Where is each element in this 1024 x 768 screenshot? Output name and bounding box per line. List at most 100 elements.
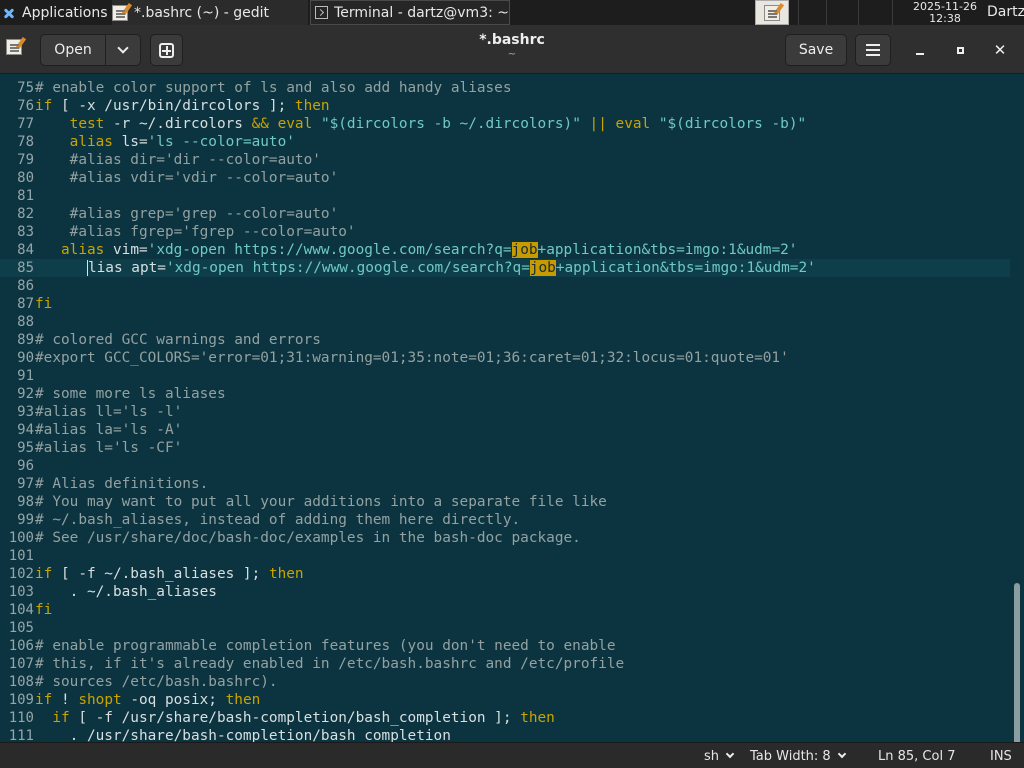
- line-text: if [ -x /usr/bin/dircolors ]; then: [35, 98, 330, 114]
- code-line[interactable]: 109 if ! shopt -oq posix; then: [0, 691, 1010, 709]
- code-line[interactable]: 103 . ~/.bash_aliases: [0, 583, 1010, 601]
- code-line[interactable]: 98 # You may want to put all your additio…: [0, 493, 1010, 511]
- line-text: # Alias definitions.: [35, 476, 209, 492]
- line-text: #alias vdir='vdir --color=auto': [69, 170, 339, 186]
- code-line[interactable]: 81: [0, 187, 1010, 205]
- code-line[interactable]: 82 #alias grep='grep --color=auto': [0, 205, 1010, 223]
- line-text: #export GCC_COLORS='error=01;31:warning=…: [35, 350, 789, 366]
- code-line[interactable]: 102 if [ -f ~/.bash_aliases ]; then: [0, 565, 1010, 583]
- taskbar-item-terminal[interactable]: Terminal - dartz@vm3: ~: [310, 0, 510, 25]
- code-line[interactable]: 100 # See /usr/share/doc/bash-doc/example…: [0, 529, 1010, 547]
- clock[interactable]: 2025-11-26 12:38: [904, 0, 986, 25]
- line-number: 108: [8, 674, 34, 690]
- line-text: lias apt='xdg-open https://www.google.co…: [86, 260, 816, 276]
- maximize-window-button[interactable]: [948, 38, 972, 62]
- code-line[interactable]: 83 #alias fgrep='fgrep --color=auto': [0, 223, 1010, 241]
- text-cursor: [86, 260, 88, 276]
- cursor-position[interactable]: Ln 85, Col 7: [878, 743, 955, 768]
- line-number: 102: [8, 566, 34, 582]
- tab-width-selector[interactable]: Tab Width: 8: [750, 743, 846, 768]
- line-text: test -r ~/.dircolors && eval "$(dircolor…: [69, 116, 807, 132]
- line-number: 79: [17, 152, 34, 168]
- close-window-button[interactable]: ✕: [988, 38, 1012, 62]
- code-line[interactable]: 93 #alias ll='ls -l': [0, 403, 1010, 421]
- language-label: sh: [704, 748, 720, 764]
- text-editor-area[interactable]: 75 # enable color support of ls and also …: [0, 75, 1024, 742]
- line-text: #alias l='ls -CF': [35, 440, 183, 456]
- code-line[interactable]: 84 alias vim='xdg-open https://www.googl…: [0, 241, 1010, 259]
- code-line[interactable]: 85 lias apt='xdg-open https://www.google…: [0, 259, 1010, 277]
- line-text: fi: [35, 602, 53, 618]
- code-line[interactable]: 94 #alias la='ls -A': [0, 421, 1010, 439]
- code-line[interactable]: 108 # sources /etc/bash.bashrc).: [0, 673, 1010, 691]
- main-menu-button[interactable]: [855, 34, 891, 66]
- applications-menu-button[interactable]: Applications: [2, 0, 110, 25]
- user-menu[interactable]: Dartz: [987, 0, 1024, 25]
- save-button[interactable]: Save: [785, 34, 847, 66]
- tray-text-editor-button[interactable]: [755, 0, 789, 25]
- line-number: 78: [17, 134, 34, 150]
- line-number: 109: [8, 692, 34, 708]
- code-line[interactable]: 75 # enable color support of ls and also …: [0, 79, 1010, 97]
- code-line[interactable]: 99 # ~/.bash_aliases, instead of adding t…: [0, 511, 1010, 529]
- code-line[interactable]: 106 # enable programmable completion feat…: [0, 637, 1010, 655]
- line-number: 91: [17, 368, 34, 384]
- vertical-scrollbar[interactable]: [1014, 583, 1020, 742]
- open-recent-dropdown-button[interactable]: [105, 34, 141, 66]
- code-line[interactable]: 107 # this, if it's already enabled in /e…: [0, 655, 1010, 673]
- code-line[interactable]: 101: [0, 547, 1010, 565]
- line-number: 103: [8, 584, 34, 600]
- code-line[interactable]: 111 . /usr/share/bash-completion/bash_co…: [0, 727, 1010, 742]
- code-line[interactable]: 97 # Alias definitions.: [0, 475, 1010, 493]
- new-tab-icon: [159, 42, 174, 58]
- taskbar-item-gedit-label: *.bashrc (~) - gedit: [134, 4, 270, 21]
- line-text: # See /usr/share/doc/bash-doc/examples i…: [35, 530, 581, 546]
- line-number: 105: [8, 620, 34, 636]
- line-text: # ~/.bash_aliases, instead of adding the…: [35, 512, 521, 528]
- code-line[interactable]: 91: [0, 367, 1010, 385]
- line-text: alias vim='xdg-open https://www.google.c…: [61, 242, 798, 258]
- code-line[interactable]: 90 #export GCC_COLORS='error=01;31:warnin…: [0, 349, 1010, 367]
- line-number: 85: [17, 260, 34, 276]
- hamburger-menu-icon: [866, 49, 880, 51]
- line-number: 83: [17, 224, 34, 240]
- code-line[interactable]: 86: [0, 277, 1010, 295]
- chevron-down-icon: [725, 749, 735, 759]
- code-line[interactable]: 89 # colored GCC warnings and errors: [0, 331, 1010, 349]
- code-line[interactable]: 78 alias ls='ls --color=auto': [0, 133, 1010, 151]
- open-button[interactable]: Open: [40, 34, 106, 66]
- maximize-icon: [956, 46, 964, 54]
- code-line[interactable]: 95 #alias l='ls -CF': [0, 439, 1010, 457]
- line-number: 101: [8, 548, 34, 564]
- panel-separator: [826, 0, 827, 25]
- taskbar-item-gedit[interactable]: *.bashrc (~) - gedit: [112, 0, 308, 25]
- code-line[interactable]: 96: [0, 457, 1010, 475]
- line-text: # enable color support of ls and also ad…: [35, 80, 512, 96]
- line-number: 89: [17, 332, 34, 348]
- new-document-button[interactable]: [150, 34, 183, 66]
- line-number: 100: [8, 530, 34, 546]
- line-text: . ~/.bash_aliases: [35, 584, 217, 600]
- code-line[interactable]: 80 #alias vdir='vdir --color=auto': [0, 169, 1010, 187]
- line-number: 86: [17, 278, 34, 294]
- code-line[interactable]: 76 if [ -x /usr/bin/dircolors ]; then: [0, 97, 1010, 115]
- line-number: 90: [17, 350, 34, 366]
- code-line[interactable]: 105: [0, 619, 1010, 637]
- status-bar: sh Tab Width: 8 Ln 85, Col 7 INS: [0, 742, 1024, 768]
- code-line[interactable]: 77 test -r ~/.dircolors && eval "$(dirco…: [0, 115, 1010, 133]
- line-number: 96: [17, 458, 34, 474]
- code-line[interactable]: 87 fi: [0, 295, 1010, 313]
- line-text: if [ -f ~/.bash_aliases ]; then: [35, 566, 304, 582]
- code-line[interactable]: 104 fi: [0, 601, 1010, 619]
- line-number: 106: [8, 638, 34, 654]
- code-line[interactable]: 92 # some more ls aliases: [0, 385, 1010, 403]
- code-line[interactable]: 110 if [ -f /usr/share/bash-completion/b…: [0, 709, 1010, 727]
- line-number: 97: [17, 476, 34, 492]
- minimize-window-button[interactable]: [908, 38, 932, 62]
- line-number: 111: [8, 728, 34, 742]
- code-line[interactable]: 79 #alias dir='dir --color=auto': [0, 151, 1010, 169]
- line-text: #alias grep='grep --color=auto': [69, 206, 339, 222]
- line-number: 75: [17, 80, 34, 96]
- language-selector[interactable]: sh: [704, 743, 735, 768]
- code-line[interactable]: 88: [0, 313, 1010, 331]
